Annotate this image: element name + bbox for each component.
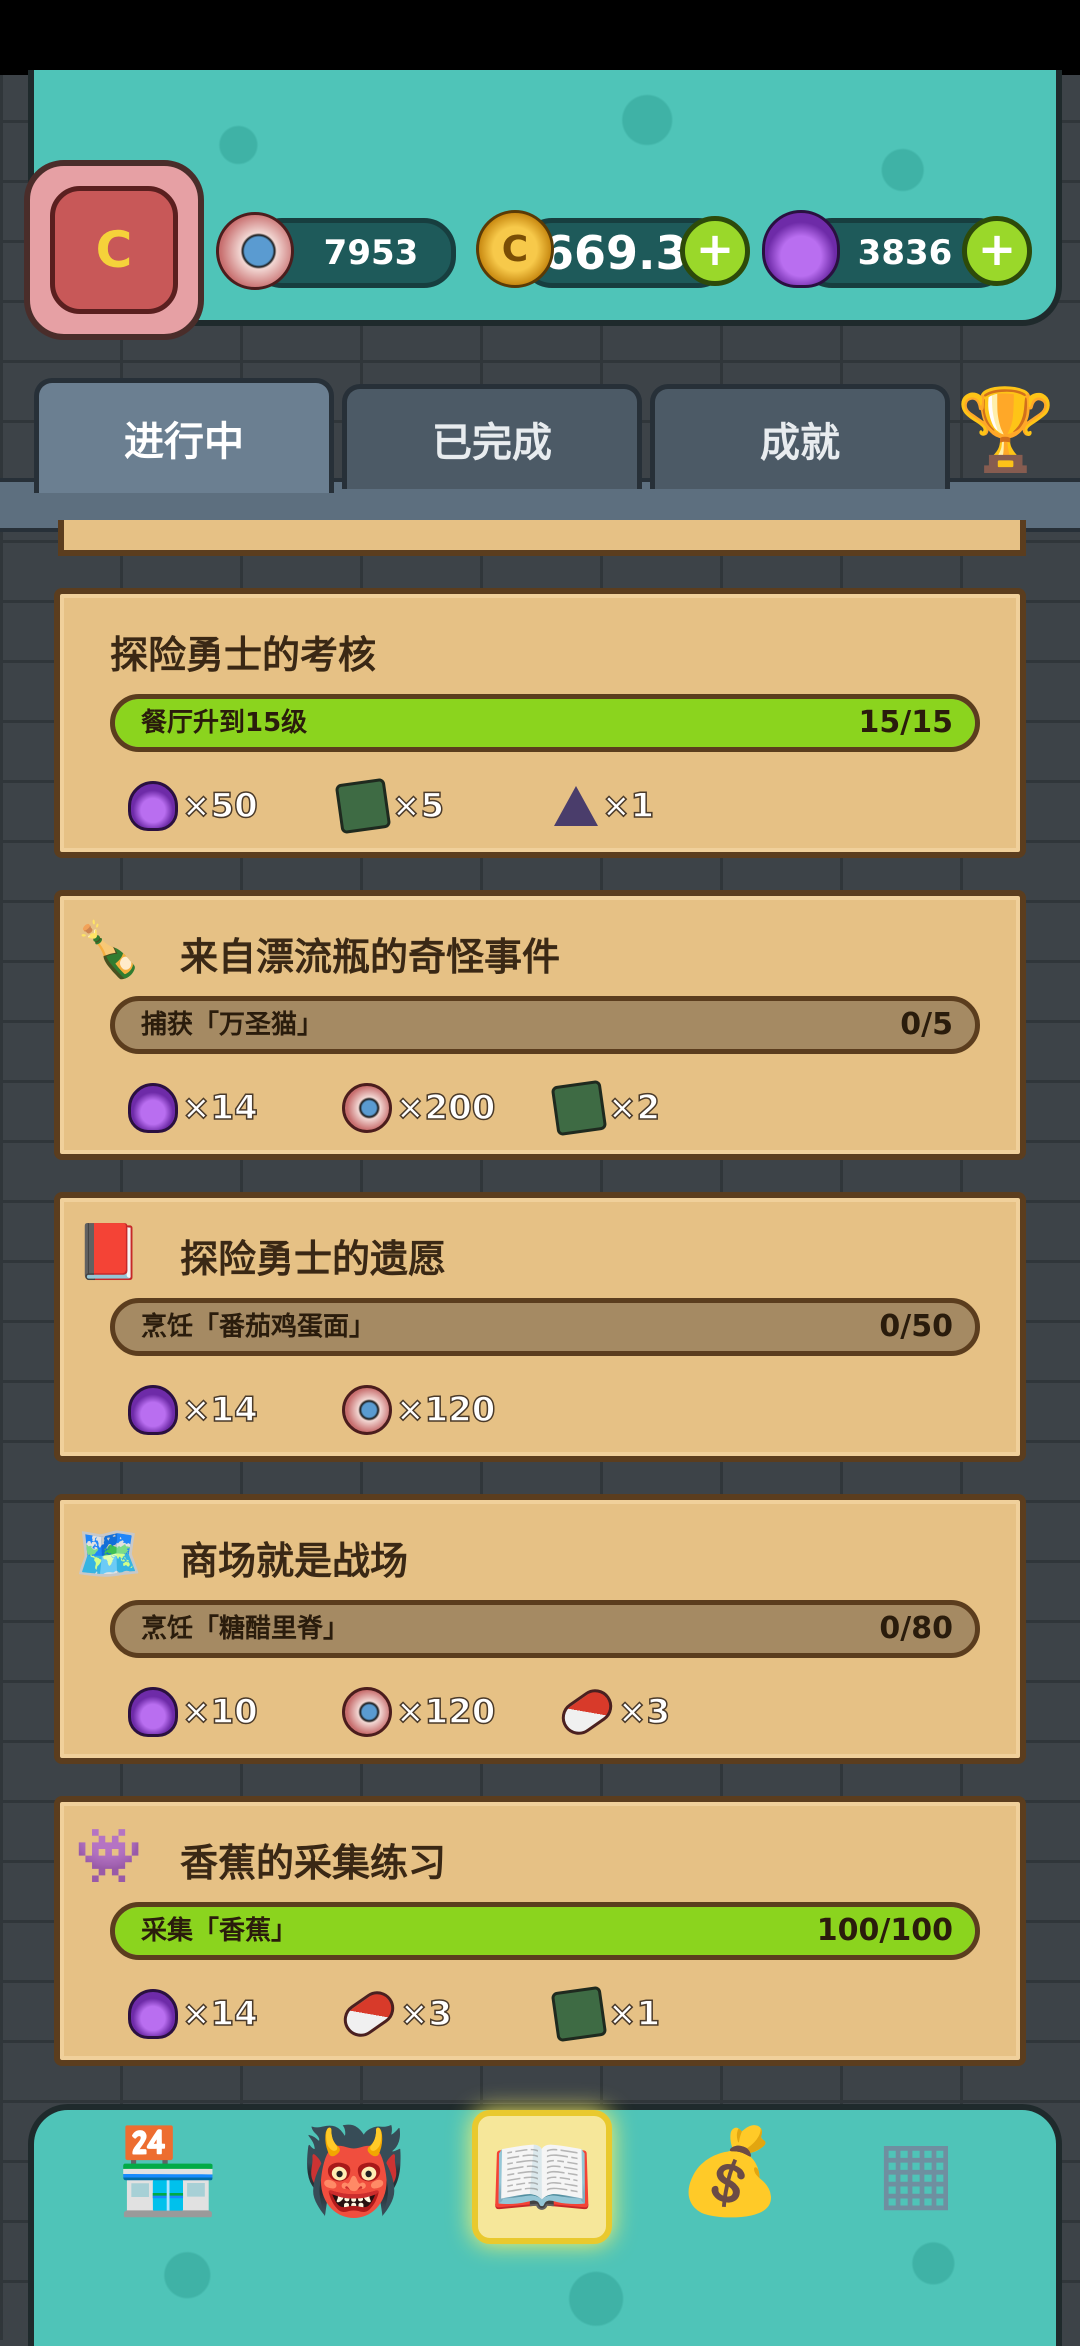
reward-item: ×10 — [128, 1684, 259, 1740]
nav-quest-book-button[interactable]: 📖 — [472, 2110, 612, 2244]
shop-icon: 🏪 — [115, 2121, 221, 2220]
quest-task: 烹饪「番茄鸡蛋面」 — [141, 1312, 376, 1342]
pyramid-icon — [554, 786, 598, 826]
previous-quest-card-edge — [58, 520, 1026, 556]
monster-chest-icon: 👾 — [75, 1824, 143, 1887]
tome-icon: 📕 — [75, 1220, 143, 1283]
eye-count: 7953 — [323, 233, 419, 273]
quest-title: 香蕉的采集练习 — [180, 1841, 447, 1885]
reward-item: ×3 — [555, 1682, 671, 1742]
quest-progress-bar: 捕获「万圣猫」 0/5 — [110, 996, 980, 1054]
quest-task: 采集「香蕉」 — [141, 1916, 298, 1946]
quest-title: 探险勇士的遗愿 — [180, 1237, 447, 1281]
book-icon — [334, 777, 392, 835]
reward-item: ×1 — [550, 1985, 661, 2043]
quest-title: 探险勇士的考核 — [110, 633, 377, 677]
quest-count: 0/80 — [879, 1611, 953, 1646]
quest-card[interactable]: 🗺️ 商场就是战场 烹饪「糖醋里脊」 0/80 ×10 ×120 ×3 — [54, 1494, 1026, 1764]
avatar-emblem: C — [50, 186, 178, 314]
bottle-icon: 🍾 — [75, 918, 143, 981]
open-book-icon: 📖 — [489, 2127, 595, 2226]
eye-icon — [342, 1687, 392, 1737]
monster-icon: 👹 — [301, 2121, 407, 2220]
potion-icon — [128, 1083, 178, 1133]
player-avatar[interactable]: C — [24, 160, 204, 340]
reward-item: ×3 — [337, 1984, 453, 2044]
add-coins-button[interactable]: + — [680, 216, 750, 286]
money-bag-icon: 💰 — [677, 2121, 783, 2220]
reward-item: ×5 — [334, 777, 445, 835]
quest-card[interactable]: 探险勇士的考核 餐厅升到15级 15/15 ×50 ×5 ×1 — [54, 588, 1026, 858]
reward-item: ×14 — [128, 1080, 259, 1136]
quest-card[interactable]: 🍾 来自漂流瓶的奇怪事件 捕获「万圣猫」 0/5 ×14 ×200 ×2 — [54, 890, 1026, 1160]
quest-task: 餐厅升到15级 — [141, 708, 308, 738]
reward-item: ×50 — [128, 778, 259, 834]
quest-count: 0/5 — [900, 1007, 953, 1042]
nav-restaurant-button[interactable]: 🏪 — [104, 2110, 232, 2232]
tab-achievements[interactable]: 成就 — [650, 384, 950, 489]
reward-item: ×1 — [554, 778, 655, 834]
reward-item: ×120 — [342, 1382, 496, 1438]
nav-monster-button[interactable]: 👹 — [290, 2110, 418, 2232]
quest-count: 0/50 — [879, 1309, 953, 1344]
quest-card[interactable]: 📕 探险勇士的遗愿 烹饪「番茄鸡蛋面」 0/50 ×14 ×120 — [54, 1192, 1026, 1462]
potion-icon — [128, 1385, 178, 1435]
potion-count: 3836 — [857, 233, 953, 273]
quest-card[interactable]: 👾 香蕉的采集练习 采集「香蕉」 100/100 ×14 ×3 ×1 — [54, 1796, 1026, 2066]
reward-item: ×120 — [342, 1684, 496, 1740]
quest-task: 捕获「万圣猫」 — [141, 1010, 324, 1040]
tab-in-progress[interactable]: 进行中 — [34, 378, 334, 493]
pill-icon — [337, 1984, 401, 2044]
quest-count: 100/100 — [816, 1913, 953, 1948]
book-icon — [550, 1079, 608, 1137]
quest-progress-bar: 烹饪「番茄鸡蛋面」 0/50 — [110, 1298, 980, 1356]
reward-item: ×2 — [550, 1079, 661, 1137]
potion-icon — [128, 1687, 178, 1737]
eyeball-icon — [216, 212, 294, 290]
nav-bag-button[interactable]: 💰 — [666, 2110, 794, 2232]
potion-icon — [128, 781, 178, 831]
book-icon — [550, 1985, 608, 2043]
potion-icon — [762, 210, 840, 288]
quest-title: 商场就是战场 — [180, 1539, 409, 1583]
pill-icon — [555, 1682, 619, 1742]
eye-icon — [342, 1385, 392, 1435]
grid-menu-icon: ▦ — [876, 2122, 956, 2220]
trophy-icon[interactable]: 🏆 — [956, 380, 1056, 480]
add-potions-button[interactable]: + — [962, 216, 1032, 286]
reward-item: ×14 — [128, 1986, 259, 2042]
reward-item: ×200 — [342, 1080, 496, 1136]
quest-progress-bar: 烹饪「糖醋里脊」 0/80 — [110, 1600, 980, 1658]
reward-item: ×14 — [128, 1382, 259, 1438]
quest-progress-bar: 采集「香蕉」 100/100 — [110, 1902, 980, 1960]
coin-icon: C — [476, 210, 554, 288]
quest-count: 15/15 — [858, 705, 953, 740]
nav-menu-button[interactable]: ▦ — [852, 2110, 980, 2232]
tab-completed[interactable]: 已完成 — [342, 384, 642, 489]
map-icon: 🗺️ — [75, 1522, 143, 1585]
status-bar — [0, 0, 1080, 75]
quest-progress-bar: 餐厅升到15级 15/15 — [110, 694, 980, 752]
eye-icon — [342, 1083, 392, 1133]
quest-title: 来自漂流瓶的奇怪事件 — [180, 935, 561, 979]
potion-icon — [128, 1989, 178, 2039]
quest-task: 烹饪「糖醋里脊」 — [141, 1614, 350, 1644]
